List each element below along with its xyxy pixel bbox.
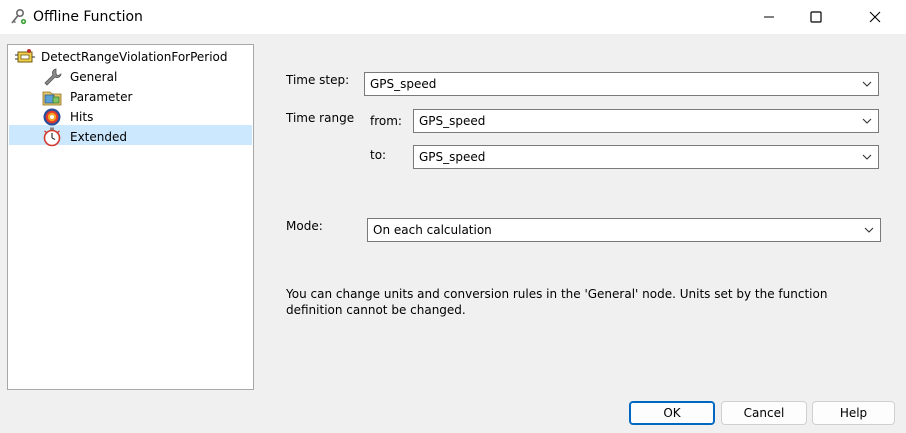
maximize-button[interactable] [793,0,839,34]
maximize-icon [810,11,822,23]
key-settings-icon [8,7,28,27]
parameter-icon [42,87,62,107]
window-title: Offline Function [33,9,143,25]
from-label: from: [370,114,402,128]
chevron-down-icon [864,227,874,233]
time-step-dropdown[interactable]: GPS_speed [364,72,879,96]
time-step-value: GPS_speed [370,77,437,91]
units-info-text: You can change units and conversion rule… [286,287,828,317]
time-range-from-dropdown[interactable]: GPS_speed [413,109,879,133]
tree-item-general[interactable]: General [42,67,117,87]
tree-item-parameter[interactable]: Parameter [42,87,132,107]
chevron-down-icon [862,81,872,87]
ok-button[interactable]: OK [629,401,715,425]
tree-root-label: DetectRangeViolationForPeriod [41,50,228,64]
time-range-from-value: GPS_speed [419,114,486,128]
tree-item-label: Parameter [70,90,133,104]
mode-value: On each calculation [373,223,492,237]
mode-label: Mode: [286,219,323,233]
title-bar: Offline Function [0,0,906,34]
minimize-button[interactable] [746,0,792,34]
tree-item-label: General [70,70,118,84]
tree-root-function[interactable]: DetectRangeViolationForPeriod [15,47,228,67]
stopwatch-icon [42,127,62,147]
navigation-tree[interactable]: DetectRangeViolationForPeriod General Pa… [7,44,254,390]
function-block-icon [15,47,35,67]
tree-item-hits[interactable]: Hits [42,107,93,127]
tree-item-extended[interactable]: Extended [42,127,127,147]
help-button[interactable]: Help [812,401,895,425]
to-label: to: [370,148,387,162]
target-icon [42,107,62,127]
close-icon [869,11,881,23]
chevron-down-icon [862,154,872,160]
minimize-icon [764,16,774,18]
tree-item-label: Extended [70,130,127,144]
wrench-icon [42,67,62,87]
tree-item-label: Hits [70,110,94,124]
time-range-to-dropdown[interactable]: GPS_speed [413,145,879,169]
close-button[interactable] [852,0,898,34]
time-range-to-value: GPS_speed [419,150,486,164]
time-step-label: Time step: [286,73,350,87]
time-range-label: Time range [286,111,355,125]
mode-dropdown[interactable]: On each calculation [367,218,881,242]
chevron-down-icon [862,118,872,124]
cancel-button[interactable]: Cancel [721,401,807,425]
